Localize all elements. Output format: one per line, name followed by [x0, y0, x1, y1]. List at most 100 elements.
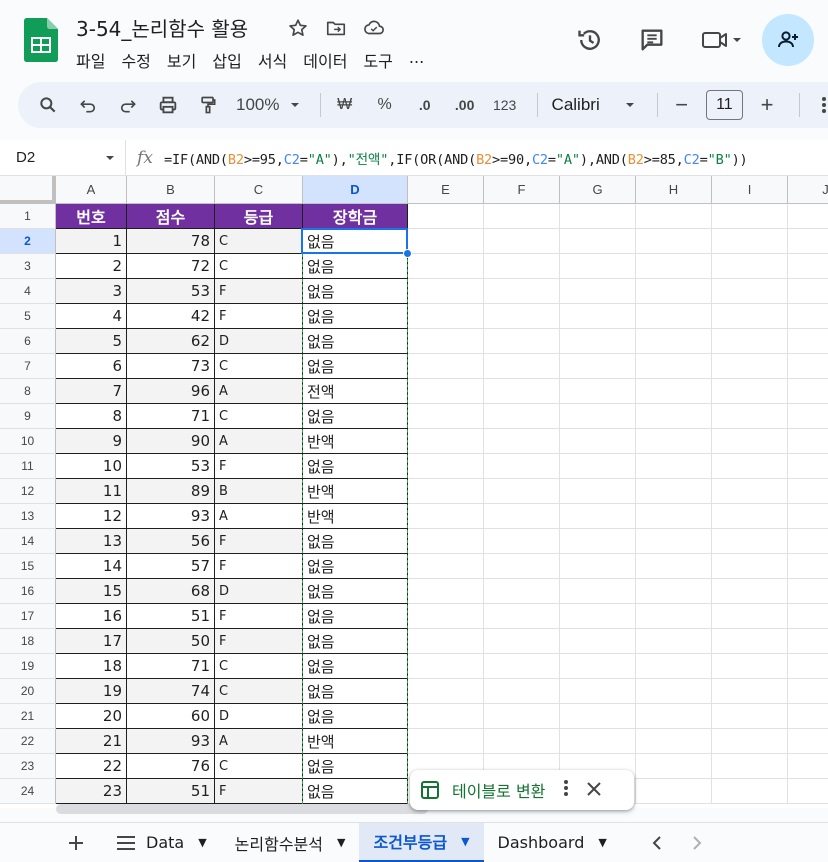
cell-f13[interactable] — [484, 504, 560, 529]
cell-h2[interactable] — [636, 229, 712, 254]
cell-c23[interactable]: C — [215, 754, 303, 779]
sheet-tab-3[interactable]: Dashboard ▼ — [484, 823, 621, 862]
cell-j10[interactable] — [788, 429, 828, 454]
cell-i5[interactable] — [712, 304, 788, 329]
cell-b23[interactable]: 76 — [127, 754, 215, 779]
cell-a12[interactable]: 11 — [56, 479, 127, 504]
cell-d7[interactable]: 없음 — [303, 354, 408, 379]
column-header-c[interactable]: C — [215, 176, 303, 204]
column-header-e[interactable]: E — [408, 176, 484, 204]
cell-h19[interactable] — [636, 654, 712, 679]
cell-j11[interactable] — [788, 454, 828, 479]
meet-video-icon[interactable] — [694, 20, 750, 60]
cell-f19[interactable] — [484, 654, 560, 679]
document-title[interactable]: 3-54_논리함수 활용 — [76, 13, 248, 42]
horizontal-scrollbar[interactable] — [56, 804, 428, 814]
cell-i19[interactable] — [712, 654, 788, 679]
cell-b20[interactable]: 74 — [127, 679, 215, 704]
cell-j14[interactable] — [788, 529, 828, 554]
row-header[interactable]: 16 — [0, 579, 56, 604]
cell-a22[interactable]: 21 — [56, 729, 127, 754]
star-icon[interactable] — [286, 16, 310, 40]
cell-h1[interactable] — [636, 204, 712, 229]
cell-h4[interactable] — [636, 279, 712, 304]
increase-decimal-button[interactable]: .00 — [449, 89, 481, 121]
close-icon[interactable] — [587, 781, 602, 800]
row-header[interactable]: 12 — [0, 479, 56, 504]
cell-j18[interactable] — [788, 629, 828, 654]
cell-h15[interactable] — [636, 554, 712, 579]
cell-f8[interactable] — [484, 379, 560, 404]
row-header[interactable]: 22 — [0, 729, 56, 754]
row-header[interactable]: 2 — [0, 229, 56, 254]
cell-i6[interactable] — [712, 329, 788, 354]
cell-g15[interactable] — [560, 554, 636, 579]
cell-a14[interactable]: 13 — [56, 529, 127, 554]
cell-h13[interactable] — [636, 504, 712, 529]
cell-g5[interactable] — [560, 304, 636, 329]
cell-j19[interactable] — [788, 654, 828, 679]
cell-h16[interactable] — [636, 579, 712, 604]
cell-e10[interactable] — [408, 429, 484, 454]
cell-a6[interactable]: 5 — [56, 329, 127, 354]
cell-g19[interactable] — [560, 654, 636, 679]
cell-e14[interactable] — [408, 529, 484, 554]
cell-i10[interactable] — [712, 429, 788, 454]
column-header-f[interactable]: F — [484, 176, 560, 204]
cell-a19[interactable]: 18 — [56, 654, 127, 679]
move-folder-icon[interactable] — [324, 16, 348, 40]
cell-j17[interactable] — [788, 604, 828, 629]
cell-b4[interactable]: 53 — [127, 279, 215, 304]
sheet-tab-menu-icon[interactable]: ▼ — [461, 835, 469, 848]
cell-c18[interactable]: F — [215, 629, 303, 654]
cell-i22[interactable] — [712, 729, 788, 754]
cell-h17[interactable] — [636, 604, 712, 629]
cell-c13[interactable]: A — [215, 504, 303, 529]
cell-a7[interactable]: 6 — [56, 354, 127, 379]
menu-file[interactable]: 파일 — [76, 48, 105, 72]
share-button[interactable] — [762, 14, 814, 66]
cell-d6[interactable]: 없음 — [303, 329, 408, 354]
cell-b16[interactable]: 68 — [127, 579, 215, 604]
add-sheet-icon[interactable] — [56, 823, 96, 862]
scroll-tabs-right-icon[interactable] — [677, 823, 717, 862]
cell-d21[interactable]: 없음 — [303, 704, 408, 729]
cell-h20[interactable] — [636, 679, 712, 704]
cell-f20[interactable] — [484, 679, 560, 704]
row-header[interactable]: 9 — [0, 404, 56, 429]
cell-d12[interactable]: 반액 — [303, 479, 408, 504]
cell-e2[interactable] — [408, 229, 484, 254]
column-header-g[interactable]: G — [560, 176, 636, 204]
cell-b17[interactable]: 51 — [127, 604, 215, 629]
cell-c14[interactable]: F — [215, 529, 303, 554]
cell-a13[interactable]: 12 — [56, 504, 127, 529]
cell-e15[interactable] — [408, 554, 484, 579]
cell-b2[interactable]: 78 — [127, 229, 215, 254]
row-header[interactable]: 1 — [0, 204, 56, 229]
cell-f6[interactable] — [484, 329, 560, 354]
cell-b1[interactable]: 점수 — [127, 204, 215, 229]
spreadsheet-grid[interactable]: A B C D E F G H I J 1 2 3 4 5 6 7 8 9 10 11 12 13 14 15 16 17 18 19 2… — [0, 176, 828, 808]
cell-a17[interactable]: 16 — [56, 604, 127, 629]
cell-d17[interactable]: 없음 — [303, 604, 408, 629]
row-header[interactable]: 23 — [0, 754, 56, 779]
cell-j12[interactable] — [788, 479, 828, 504]
column-header-i[interactable]: I — [712, 176, 788, 204]
cell-g10[interactable] — [560, 429, 636, 454]
cell-g8[interactable] — [560, 379, 636, 404]
cell-i3[interactable] — [712, 254, 788, 279]
cell-c20[interactable]: C — [215, 679, 303, 704]
cell-f4[interactable] — [484, 279, 560, 304]
cell-b10[interactable]: 90 — [127, 429, 215, 454]
cell-f16[interactable] — [484, 579, 560, 604]
cell-j7[interactable] — [788, 354, 828, 379]
cell-g3[interactable] — [560, 254, 636, 279]
formula-input[interactable]: =IF(AND(B2>=95,C2="A"),"전액",IF(OR(AND(B2… — [164, 148, 748, 168]
cell-e17[interactable] — [408, 604, 484, 629]
row-header[interactable]: 7 — [0, 354, 56, 379]
cell-c16[interactable]: D — [215, 579, 303, 604]
cell-h18[interactable] — [636, 629, 712, 654]
cell-c3[interactable]: C — [215, 254, 303, 279]
version-history-icon[interactable] — [570, 20, 610, 60]
more-formats-button[interactable]: 123 — [489, 89, 521, 121]
